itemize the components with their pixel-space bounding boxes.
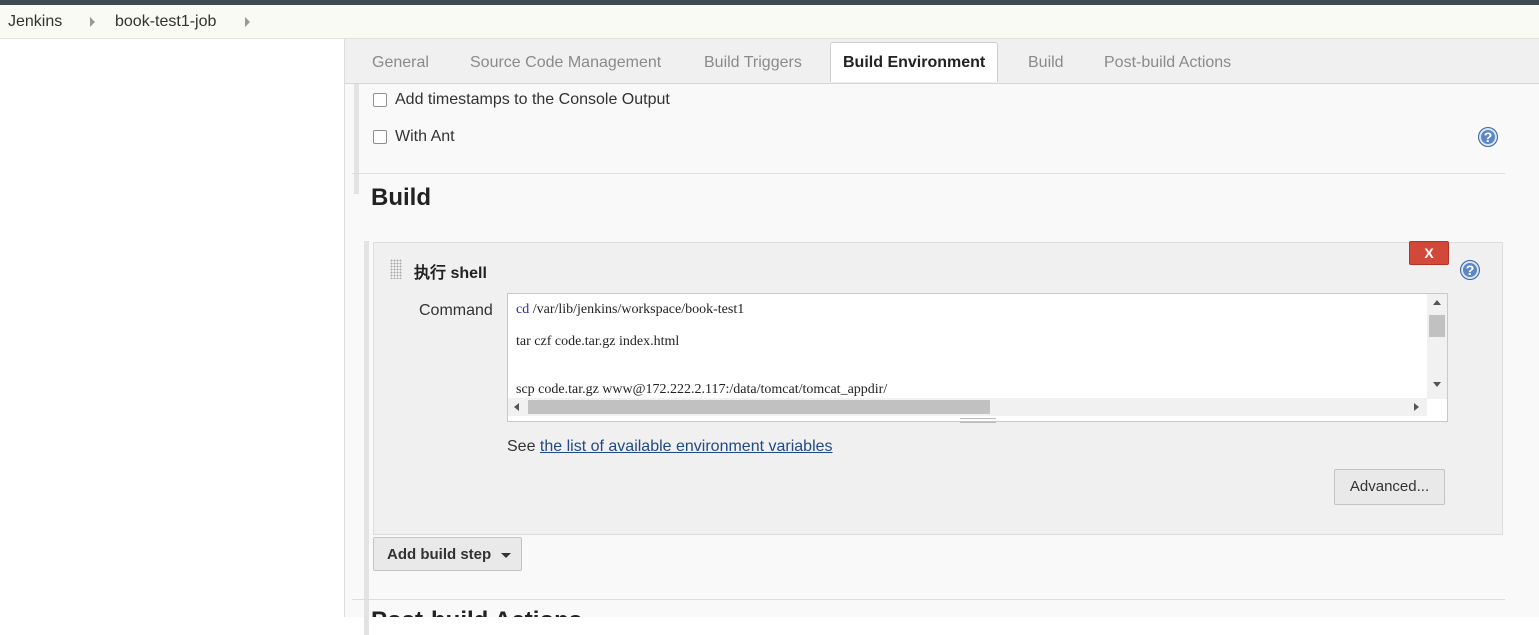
code-keyword: cd [516,302,530,317]
breadcrumb: Jenkins book-test1-job [0,5,1539,39]
code-line: cd /var/lib/jenkins/workspace/book-test1 [516,302,744,318]
command-editor[interactable]: cd /var/lib/jenkins/workspace/book-test1… [507,293,1448,423]
tab-build-triggers[interactable]: Build Triggers [704,54,802,72]
section-divider [352,599,1505,600]
step-title: 执行 shell [414,265,487,282]
with-ant-label: With Ant [395,128,455,145]
vertical-scrollbar[interactable] [1427,294,1447,399]
build-environment-section: Add timestamps to the Console Output Wit… [354,84,1509,194]
tab-post-build-actions[interactable]: Post-build Actions [1104,54,1231,72]
horizontal-scrollbar[interactable] [508,398,1427,416]
scroll-left-icon[interactable] [514,403,519,411]
code-line: scp code.tar.gz www@172.222.2.117:/data/… [516,382,888,396]
tab-build-environment[interactable]: Build Environment [830,42,999,82]
breadcrumb-arrow-icon[interactable] [245,17,250,27]
tab-general[interactable]: General [372,54,429,72]
command-label: Command [419,302,493,319]
delete-step-button[interactable]: X [1409,241,1449,265]
caret-down-icon [501,552,512,558]
command-textarea[interactable]: cd /var/lib/jenkins/workspace/book-test1… [516,300,1421,396]
resize-grip-icon[interactable] [960,418,996,423]
help-icon[interactable]: ? [1460,260,1480,280]
drag-handle-icon[interactable] [390,259,402,279]
timestamps-label: Add timestamps to the Console Output [395,91,670,108]
env-variables-note: See the list of available environment va… [507,438,833,456]
add-build-step-button[interactable]: Add build step [373,537,522,571]
code-line-rest: /var/lib/jenkins/workspace/book-test1 [529,302,745,317]
side-panel [0,39,345,617]
timestamps-checkbox[interactable] [373,93,387,107]
breadcrumb-jenkins[interactable]: Jenkins [8,13,62,31]
vertical-scroll-thumb[interactable] [1429,315,1445,337]
scroll-up-icon[interactable] [1433,300,1441,305]
build-section-title: Build [371,184,431,211]
section-divider [352,173,1505,174]
add-build-step-label: Add build step [387,546,492,563]
horizontal-scroll-thumb[interactable] [528,400,990,414]
breadcrumb-arrow-icon[interactable] [90,17,95,27]
code-line: tar czf code.tar.gz index.html [516,334,680,349]
config-form: General Source Code Management Build Tri… [345,39,1539,635]
help-icon[interactable]: ? [1478,127,1498,147]
tab-build[interactable]: Build [1028,54,1064,72]
env-note-prefix: See [507,438,536,455]
advanced-button[interactable]: Advanced... [1334,469,1445,505]
tab-source-code-management[interactable]: Source Code Management [470,54,661,72]
post-build-section-title: Post-build Actions [371,607,582,617]
env-variables-link[interactable]: the list of available environment variab… [540,438,833,455]
config-tab-bar: General Source Code Management Build Tri… [345,39,1539,84]
breadcrumb-job[interactable]: book-test1-job [115,13,216,31]
timestamps-option[interactable]: Add timestamps to the Console Output [373,91,670,109]
scroll-down-icon[interactable] [1433,382,1441,387]
scroll-right-icon[interactable] [1414,403,1419,411]
with-ant-option[interactable]: With Ant [373,128,455,146]
with-ant-checkbox[interactable] [373,130,387,144]
execute-shell-step: 执行 shell X Command cd /var/lib/jenkins/w… [373,241,1503,535]
